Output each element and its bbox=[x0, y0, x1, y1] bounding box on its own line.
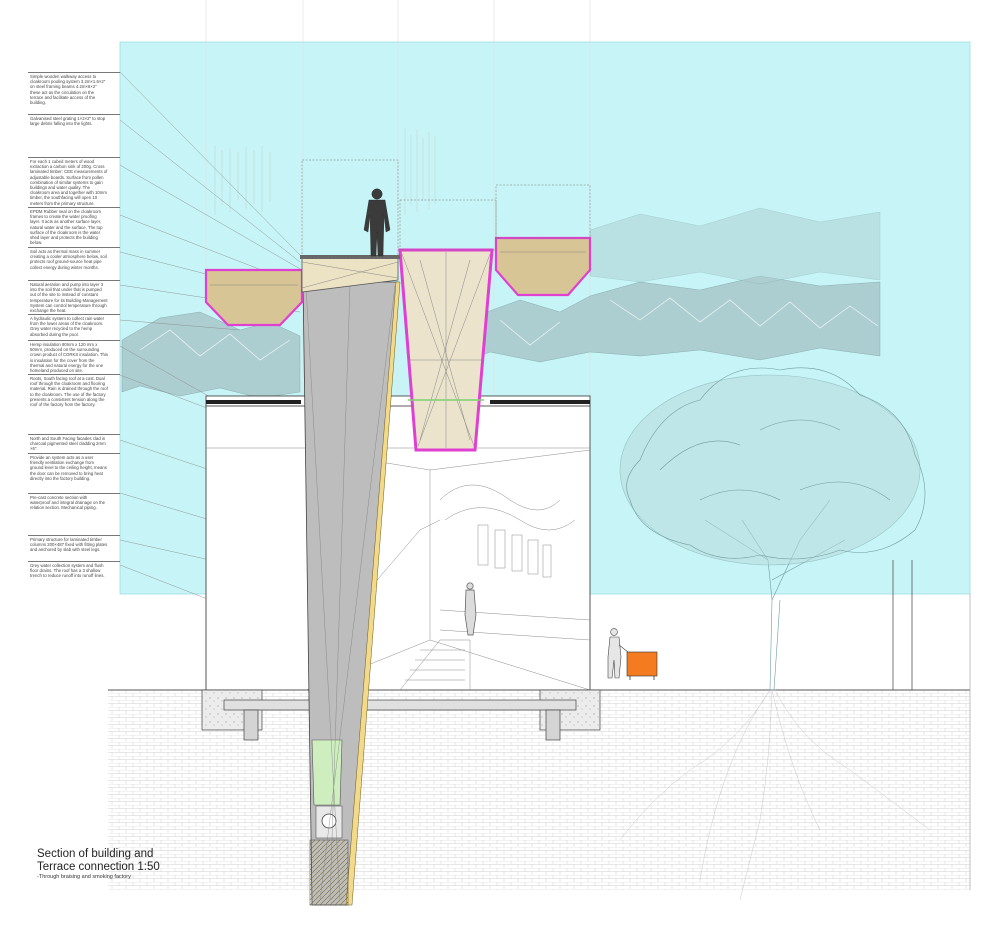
terrace-walkway bbox=[300, 255, 400, 259]
note-ventilation: Provide an system acts as a user friendl… bbox=[30, 455, 107, 481]
note-rule bbox=[28, 247, 120, 248]
note-precast-concrete: Pre-cast concrete section with waterproo… bbox=[30, 495, 106, 511]
note-grey-water: Grey water collection system and flush f… bbox=[30, 563, 105, 579]
terrace-planter-right bbox=[494, 236, 592, 297]
note-rule bbox=[28, 374, 120, 375]
note-rule bbox=[28, 561, 120, 562]
tree bbox=[619, 367, 926, 691]
caption-title-line2: Terrace connection 1:50 bbox=[37, 860, 160, 873]
note-rule bbox=[28, 280, 120, 281]
section-drawing bbox=[108, 0, 971, 906]
terrace-planter-left bbox=[204, 268, 304, 327]
note-primary-structure: Primary structure for laminated timber c… bbox=[30, 537, 108, 553]
note-rule bbox=[28, 72, 120, 73]
note-rule bbox=[28, 207, 120, 208]
column-base-hatch bbox=[309, 839, 349, 906]
note-aeration: Natural aeration and pump into layer 3 i… bbox=[30, 282, 108, 314]
drawing-caption: Section of building and Terrace connecti… bbox=[37, 848, 160, 881]
note-rule bbox=[28, 314, 120, 315]
interior-person bbox=[464, 582, 477, 636]
note-rule bbox=[28, 157, 120, 158]
note-grating: Galvanised steel grating 1×2×2″ to stop … bbox=[30, 116, 106, 127]
note-hemp-insulation: Hemp insulation 80mm x 120 mm x 50mm, pr… bbox=[30, 342, 109, 374]
note-rule bbox=[28, 453, 120, 454]
note-rule bbox=[28, 114, 120, 115]
worker-figure bbox=[607, 628, 629, 679]
note-rule bbox=[28, 535, 120, 536]
note-thermal-mass: Soil acts as thermal mass in summer crea… bbox=[30, 249, 107, 270]
column-core-section bbox=[311, 739, 343, 806]
caption-subtitle: -Through braising and smoking factory bbox=[37, 874, 131, 880]
note-rule bbox=[28, 340, 120, 341]
note-rule bbox=[28, 493, 120, 494]
note-facade-cladding: North and South Facing facades clad in c… bbox=[30, 436, 106, 452]
note-walkway: Simple wooden walkway access to cloakroo… bbox=[30, 74, 106, 106]
note-rule bbox=[28, 434, 120, 435]
orange-barrow bbox=[626, 651, 658, 677]
note-carbon-sink: For each 1 cubed meters of wood extracti… bbox=[30, 159, 108, 206]
note-epdm-seal: EPDM Rubber seal on the cloakroom frames… bbox=[30, 209, 103, 246]
note-roots: Roots, South facing roof at a cost. Dual… bbox=[30, 376, 108, 408]
caption-title-line1: Section of building and bbox=[37, 848, 154, 860]
note-hydraulic: A hydraulic system to collect rain water… bbox=[30, 316, 105, 337]
